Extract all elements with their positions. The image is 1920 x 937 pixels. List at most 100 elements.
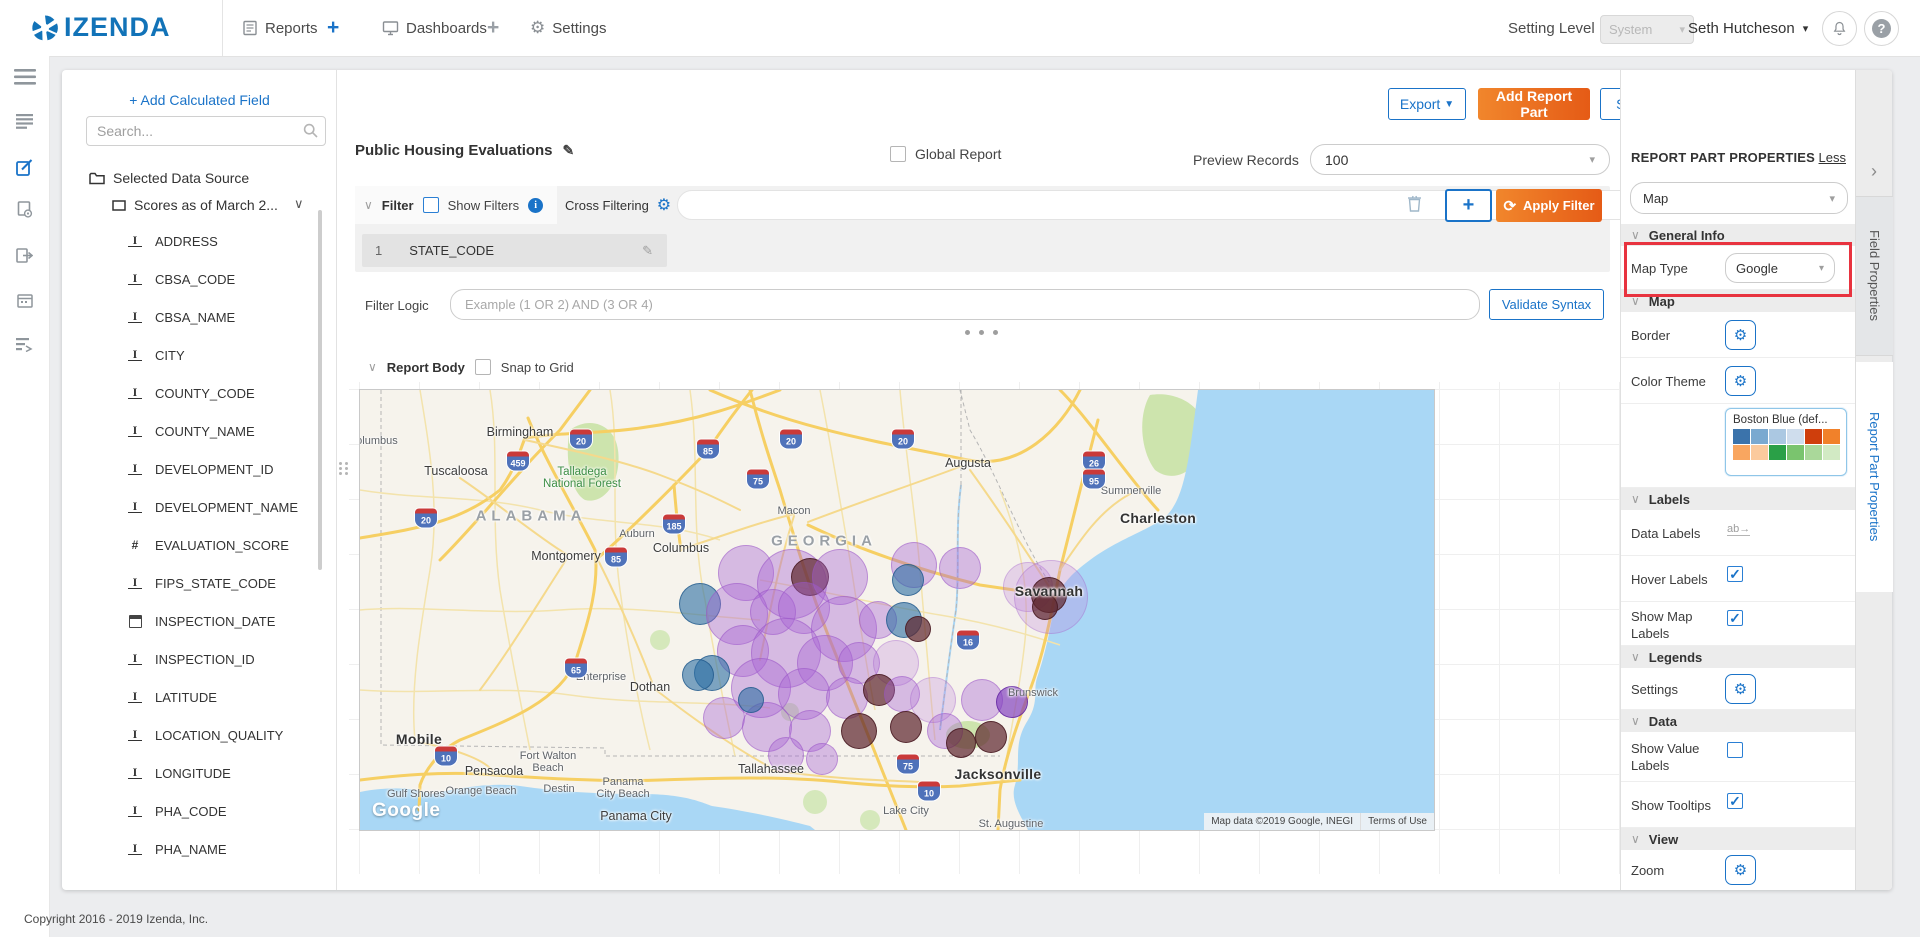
color-theme-settings-button[interactable]: ⚙ (1725, 366, 1756, 396)
field-item[interactable]: ICOUNTY_NAME (62, 412, 322, 450)
new-dashboard-button[interactable]: + (487, 0, 499, 56)
field-item[interactable]: IADDRESS (62, 222, 322, 260)
nav-tab-settings[interactable]: ⚙ Settings (530, 0, 606, 56)
section-resize-handle[interactable] (965, 330, 998, 335)
show-tooltips-checkbox[interactable]: ✓ (1727, 793, 1743, 809)
field-item[interactable]: IDEVELOPMENT_NAME (62, 488, 322, 526)
section-labels[interactable]: ∨ Labels (1621, 488, 1856, 510)
field-item[interactable]: ILOCATION_QUALITY (62, 716, 322, 754)
user-menu[interactable]: Seth Hutcheson ▾ (1688, 0, 1808, 56)
field-item[interactable]: ICBSA_NAME (62, 298, 322, 336)
section-data[interactable]: ∨ Data (1621, 710, 1856, 732)
selected-data-source-node[interactable]: Selected Data Source (89, 170, 249, 186)
collapse-table-chevron-icon[interactable]: ∨ (294, 196, 304, 212)
data-source-table-node[interactable]: Scores as of March 2... (112, 197, 278, 213)
map-data-bubble[interactable] (768, 737, 804, 773)
filter-logic-input[interactable] (450, 289, 1480, 320)
map-data-bubble[interactable] (946, 728, 976, 758)
schedule-calendar-icon[interactable] (0, 293, 49, 308)
add-filter-button[interactable]: + (1445, 189, 1492, 222)
nav-tab-reports[interactable]: Reports (242, 0, 318, 56)
collapse-body-chevron-icon[interactable]: ∨ (368, 360, 377, 374)
interstate-shield-icon: 459 (507, 452, 529, 471)
text-field-icon: I (128, 501, 142, 513)
field-item[interactable]: ILONGITUDE (62, 754, 322, 792)
less-link[interactable]: Less (1819, 150, 1846, 165)
field-item[interactable]: ILATITUDE (62, 678, 322, 716)
map-data-bubble[interactable] (738, 687, 764, 713)
tab-field-properties[interactable]: Field Properties (1856, 196, 1893, 356)
edit-title-icon[interactable]: ✎ (563, 142, 575, 159)
delete-filter-icon[interactable] (1407, 195, 1422, 212)
field-item[interactable]: IPHA_NAME (62, 830, 322, 868)
nav-tab-dashboards[interactable]: Dashboards (382, 0, 487, 56)
section-general-info[interactable]: ∨ General Info (1621, 224, 1856, 246)
fields-scrollbar[interactable] (318, 210, 322, 570)
map-data-bubble[interactable] (1032, 594, 1058, 620)
map-data-bubble[interactable] (939, 547, 981, 589)
izenda-logo[interactable]: IZENDA (30, 12, 171, 43)
section-legends[interactable]: ∨ Legends (1621, 646, 1856, 668)
add-report-part-button[interactable]: Add Report Part (1478, 88, 1590, 120)
map-data-bubble[interactable] (892, 564, 924, 596)
export-button[interactable]: Export ▼ (1388, 88, 1466, 120)
add-calculated-field-link[interactable]: + Add Calculated Field (62, 92, 337, 108)
border-settings-button[interactable]: ⚙ (1725, 320, 1756, 350)
legend-settings-button[interactable]: ⚙ (1725, 674, 1756, 704)
field-item[interactable]: INSPECTION_DATE (62, 602, 322, 640)
cross-filtering-button[interactable]: Cross Filtering ⚙ (565, 186, 671, 224)
collapse-filter-chevron-icon[interactable]: ∨ (364, 198, 373, 212)
preview-records-dropdown[interactable]: 100 ▾ (1310, 144, 1610, 175)
help-button[interactable]: ? (1864, 11, 1899, 46)
zoom-settings-button[interactable]: ⚙ (1725, 855, 1756, 885)
map-type-dropdown[interactable]: Google ▾ (1725, 253, 1835, 283)
map-report-part[interactable]: ColumbusBirminghamTuscaloosaTalladega Na… (359, 389, 1435, 831)
color-theme-swatch[interactable]: Boston Blue (def... (1725, 408, 1847, 476)
report-designer-icon[interactable] (0, 159, 49, 176)
new-report-button[interactable]: + (327, 0, 339, 56)
show-map-labels-checkbox[interactable]: ✓ (1727, 610, 1743, 626)
search-input[interactable] (86, 116, 326, 146)
hover-labels-checkbox[interactable]: ✓ (1727, 566, 1743, 582)
section-map[interactable]: ∨ Map (1621, 290, 1856, 312)
workflow-icon[interactable] (0, 338, 49, 352)
map-data-bubble[interactable] (682, 659, 714, 691)
show-filters-checkbox[interactable] (423, 197, 439, 213)
google-logo[interactable]: Google (372, 800, 440, 822)
map-data-bubble[interactable] (905, 616, 931, 642)
field-item[interactable]: ICITY (62, 336, 322, 374)
field-item[interactable]: ICBSA_CODE (62, 260, 322, 298)
field-item[interactable]: #EVALUATION_SCORE (62, 526, 322, 564)
info-icon[interactable]: i (528, 198, 543, 213)
section-view[interactable]: ∨ View (1621, 828, 1856, 850)
edit-filter-icon[interactable]: ✎ (642, 243, 653, 259)
hamburger-menu-icon[interactable] (0, 68, 49, 86)
report-part-type-dropdown[interactable]: Map ▾ (1630, 182, 1848, 214)
snap-to-grid-checkbox[interactable] (475, 359, 491, 375)
global-report-checkbox[interactable] (890, 146, 906, 162)
report-list-icon[interactable] (0, 114, 49, 129)
field-item[interactable]: ICOUNTY_CODE (62, 374, 322, 412)
notifications-button[interactable] (1822, 11, 1857, 46)
setting-level-dropdown[interactable]: System ▾ (1600, 15, 1694, 44)
export-icon[interactable] (0, 248, 49, 263)
collapse-panel-chevron-icon[interactable]: › (1862, 158, 1886, 184)
drag-handle[interactable] (339, 462, 349, 475)
filter-chip-state-code[interactable]: 1 STATE_CODE ✎ (362, 234, 667, 267)
show-value-labels-checkbox[interactable] (1727, 742, 1743, 758)
field-item[interactable]: IINSPECTION_ID (62, 640, 322, 678)
map-data-bubble[interactable] (806, 743, 838, 775)
validate-syntax-button[interactable]: Validate Syntax (1489, 289, 1604, 320)
field-item[interactable]: IPHA_CODE (62, 792, 322, 830)
data-labels-format-icon[interactable]: ab→ (1727, 524, 1750, 536)
report-settings-icon[interactable] (0, 201, 49, 218)
map-data-bubble[interactable] (975, 721, 1007, 753)
tab-report-part-properties[interactable]: Report Part Properties (1856, 362, 1893, 592)
terms-of-use-link[interactable]: Terms of Use (1360, 813, 1434, 830)
field-item[interactable]: IFIPS_STATE_CODE (62, 564, 322, 602)
map-data-bubble[interactable] (996, 686, 1028, 718)
apply-filter-button[interactable]: ⟳ Apply Filter (1496, 189, 1602, 222)
map-data-bubble[interactable] (841, 713, 877, 749)
field-item[interactable]: IDEVELOPMENT_ID (62, 450, 322, 488)
map-data-bubble[interactable] (890, 711, 922, 743)
